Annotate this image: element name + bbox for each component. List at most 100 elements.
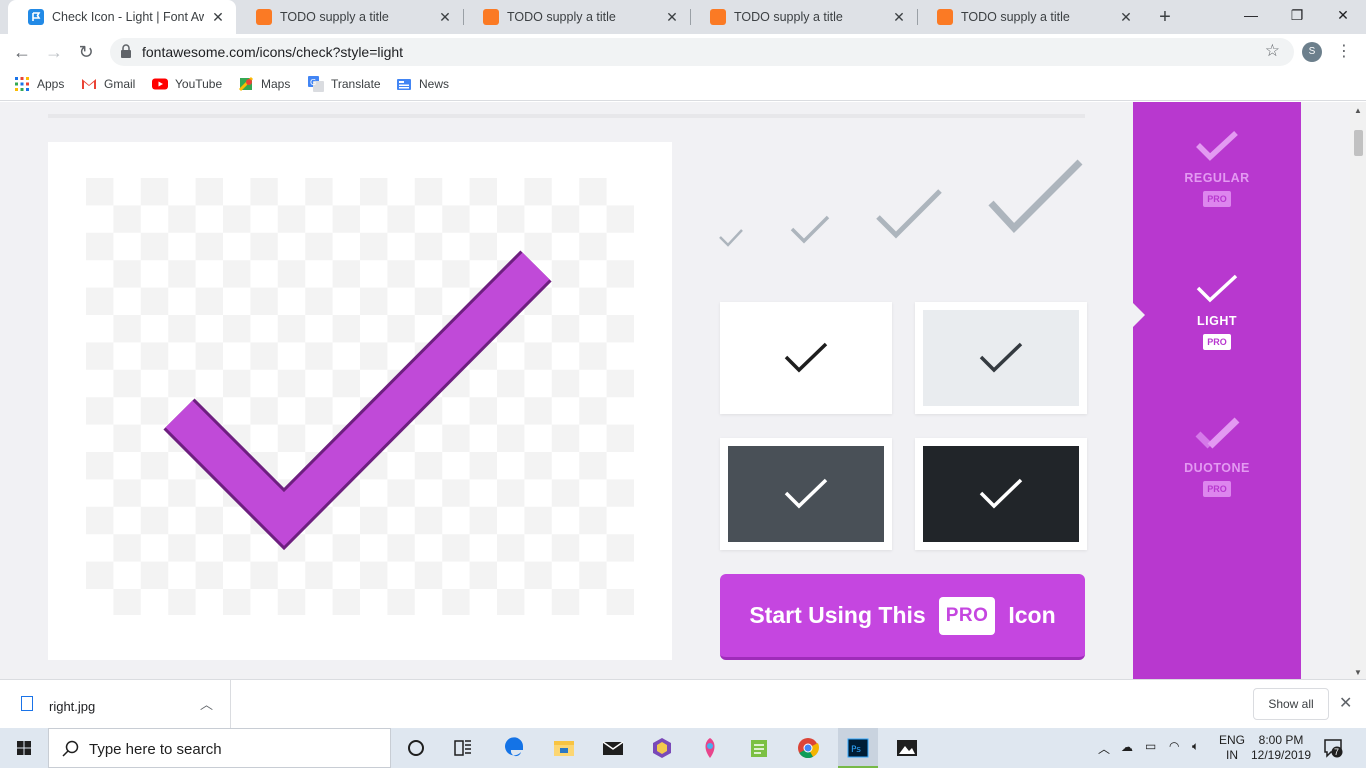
swatch-black xyxy=(923,446,1079,542)
bookmark-apps[interactable]: Apps xyxy=(14,76,64,92)
region-code: IN xyxy=(1226,748,1238,762)
check-icon xyxy=(979,342,1023,373)
photoshop-taskbar-button[interactable]: Ps xyxy=(838,728,878,768)
back-button[interactable]: ← xyxy=(8,38,36,66)
check-icon-md xyxy=(876,189,942,239)
profile-avatar[interactable]: S xyxy=(1302,42,1322,62)
xampp-icon xyxy=(710,9,726,25)
scroll-down-arrow-icon[interactable]: ▼ xyxy=(1354,668,1362,677)
maximize-button[interactable]: ❐ xyxy=(1274,0,1320,30)
photos-icon[interactable] xyxy=(895,736,919,760)
address-bar[interactable]: fontawesome.com/icons/check?style=light … xyxy=(110,38,1294,66)
swatch-white xyxy=(728,310,884,406)
notification-count: 7 xyxy=(1334,747,1340,757)
browser-toolbar: ← → ↻ fontawesome.com/icons/check?style=… xyxy=(0,34,1366,70)
show-hidden-icons[interactable]: ︿ xyxy=(1098,740,1110,780)
tab-todo-1[interactable]: TODO supply a title ✕ xyxy=(236,0,463,34)
close-downloads-icon[interactable]: ✕ xyxy=(1339,693,1352,713)
browser-menu-icon[interactable]: ⋮ xyxy=(1336,40,1352,64)
preview-card-black[interactable] xyxy=(915,438,1087,550)
bookmark-news[interactable]: News xyxy=(396,76,449,92)
clock-date: 12/19/2019 xyxy=(1250,748,1312,762)
tab-todo-3[interactable]: TODO supply a title ✕ xyxy=(690,0,917,34)
tab-fontawesome[interactable]: Check Icon - Light | Font Awesome ✕ xyxy=(8,0,236,34)
scroll-up-arrow-icon[interactable]: ▲ xyxy=(1354,106,1362,115)
paint-3d-icon[interactable] xyxy=(698,736,722,760)
swatch-light-gray xyxy=(923,310,1079,406)
tab-todo-4[interactable]: TODO supply a title ✕ xyxy=(917,0,1144,34)
scroll-thumb[interactable] xyxy=(1354,130,1363,156)
close-tab-icon[interactable]: ✕ xyxy=(664,9,680,26)
minimize-button[interactable]: — xyxy=(1228,0,1274,30)
windows-start-icon[interactable] xyxy=(0,728,48,768)
download-item[interactable]: right.jpg ︿ xyxy=(0,680,231,728)
bookmark-gmail[interactable]: Gmail xyxy=(81,76,135,92)
bookmark-label: Translate xyxy=(331,77,381,91)
svg-text:Ps: Ps xyxy=(851,745,861,755)
file-explorer-icon[interactable] xyxy=(552,736,576,760)
page-content: Start Using This PRO Icon REGULAR PRO LI… xyxy=(0,102,1350,679)
cta-text: Start Using This xyxy=(749,602,926,628)
preview-card-white[interactable] xyxy=(720,302,892,414)
task-view-icon[interactable] xyxy=(451,736,475,760)
cta-text: Icon xyxy=(1008,602,1056,628)
style-label: LIGHT xyxy=(1197,314,1237,328)
action-center-icon[interactable]: 7 xyxy=(1322,737,1346,759)
xampp-icon xyxy=(937,9,953,25)
bookmark-star-icon[interactable]: ☆ xyxy=(1265,41,1280,61)
wifi-icon[interactable]: ◠ xyxy=(1169,739,1179,779)
style-option-regular[interactable]: REGULAR PRO xyxy=(1133,130,1301,207)
cortana-icon[interactable] xyxy=(404,736,428,760)
chevron-up-icon[interactable]: ︿ xyxy=(200,694,213,713)
close-tab-icon[interactable]: ✕ xyxy=(1118,9,1134,26)
bookmark-translate[interactable]: G Translate xyxy=(308,76,381,92)
apps-grid-icon xyxy=(15,77,29,91)
3d-builder-icon[interactable] xyxy=(650,736,674,760)
tab-todo-2[interactable]: TODO supply a title ✕ xyxy=(463,0,690,34)
page-scrollbar[interactable]: ▲ ▼ xyxy=(1350,102,1366,679)
close-tab-icon[interactable]: ✕ xyxy=(437,9,453,26)
tab-title: TODO supply a title xyxy=(734,10,843,24)
new-tab-button[interactable]: + xyxy=(1154,4,1176,30)
divider xyxy=(48,114,1085,118)
check-icon-xs xyxy=(719,229,743,247)
edge-browser-icon[interactable] xyxy=(503,736,527,760)
close-window-button[interactable]: ✕ xyxy=(1320,0,1366,30)
start-using-pro-button[interactable]: Start Using This PRO Icon xyxy=(720,574,1085,660)
show-all-button[interactable]: Show all xyxy=(1253,688,1329,720)
battery-icon[interactable]: ▭ xyxy=(1145,739,1156,779)
volume-icon[interactable]: 🔈︎ xyxy=(1192,739,1199,779)
swatch-dark-gray xyxy=(728,446,884,542)
chrome-icon[interactable] xyxy=(796,736,820,760)
close-tab-icon[interactable]: ✕ xyxy=(891,9,907,26)
photoshop-icon: Ps xyxy=(847,738,869,758)
check-icon xyxy=(784,478,828,509)
mail-icon[interactable] xyxy=(601,736,625,760)
reload-button[interactable]: ↻ xyxy=(72,38,100,66)
onedrive-icon[interactable]: ☁ xyxy=(1121,740,1133,780)
gmail-icon xyxy=(82,79,96,89)
taskbar-search-box[interactable]: Type here to search xyxy=(48,728,391,768)
preview-card-light-gray[interactable] xyxy=(915,302,1087,414)
translate-icon: G xyxy=(308,76,324,92)
bookmark-maps[interactable]: Maps xyxy=(238,76,290,92)
bookmark-youtube[interactable]: YouTube xyxy=(152,76,222,92)
notepad-icon[interactable] xyxy=(747,736,771,760)
url-text: fontawesome.com/icons/check?style=light xyxy=(142,44,404,60)
style-sidebar: REGULAR PRO LIGHT PRO DUOTONE PRO xyxy=(1133,102,1301,679)
bookmark-label: Maps xyxy=(261,77,291,91)
style-label: REGULAR xyxy=(1184,171,1250,185)
preview-card-dark-gray[interactable] xyxy=(720,438,892,550)
clock[interactable]: 8:00 PM 12/19/2019 xyxy=(1250,733,1312,773)
check-icon xyxy=(163,250,552,551)
check-icon-lg xyxy=(988,159,1083,234)
check-icon xyxy=(784,342,828,373)
style-option-light[interactable]: LIGHT PRO xyxy=(1133,273,1301,350)
bookmark-label: News xyxy=(419,77,450,91)
bookmark-label: YouTube xyxy=(175,77,223,91)
input-language[interactable]: ENG IN xyxy=(1219,733,1245,773)
maps-icon xyxy=(238,76,254,92)
forward-button[interactable]: → xyxy=(40,38,68,66)
style-option-duotone[interactable]: DUOTONE PRO xyxy=(1133,416,1301,497)
close-tab-icon[interactable]: ✕ xyxy=(210,9,226,26)
